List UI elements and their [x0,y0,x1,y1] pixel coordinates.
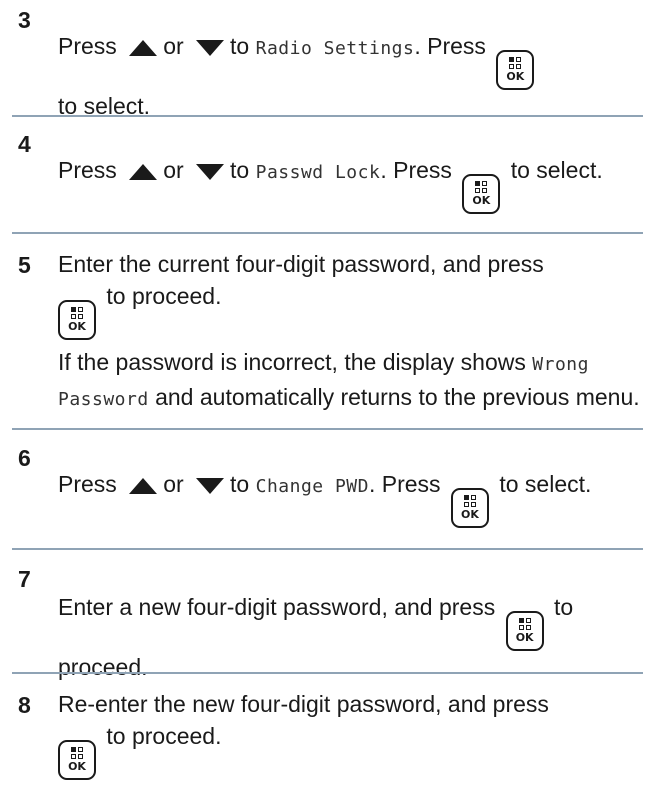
ok-button-icon: OK [58,739,96,780]
step-text: Press or to Passwd Lock. Press OK to sel… [58,154,641,214]
menu-item-code: Change PWD [255,476,369,497]
step-number: 8 [18,692,31,718]
ok-button-icon: OK [462,173,501,214]
step-number: 5 [18,252,31,278]
step-8: 8 Re-enter the new four-digit password, … [0,688,655,808]
ok-button-icon: OK [496,49,535,90]
divider [12,672,643,674]
divider [12,232,643,234]
down-arrow-icon [196,39,225,56]
step-number: 7 [18,566,31,592]
menu-item-code: Passwd Lock [255,162,381,183]
step-4: 4 Press or to Passwd Lock. Press OK to s… [0,130,655,220]
ok-button-icon: OK [505,610,544,651]
divider [12,548,643,550]
ok-button-icon: OK [58,299,96,340]
menu-item-code: Radio Settings [255,38,415,59]
down-arrow-icon [196,163,225,180]
step-number: 4 [18,131,31,157]
step-number: 6 [18,445,31,471]
step-number: 3 [18,7,31,33]
step-6: 6 Press or to Change PWD. Press OK to se… [0,444,655,534]
up-arrow-icon [129,477,158,494]
step-text: Re-enter the new four-digit password, an… [58,688,641,780]
step-3: 3 Press or to Radio Settings. Press OK t… [0,6,655,119]
step-text: Enter a new four-digit password, and pre… [58,594,574,680]
step-5: 5 Enter the current four-digit password,… [0,248,655,418]
up-arrow-icon [129,163,158,180]
divider [12,115,643,117]
step-note: If the password is incorrect, the displa… [58,348,640,410]
step-text: Press or to Change PWD. Press OK to sele… [58,468,641,528]
up-arrow-icon [129,39,158,56]
divider [12,428,643,430]
step-text: Enter the current four-digit password, a… [58,248,641,416]
down-arrow-icon [196,477,225,494]
ok-button-icon: OK [450,487,489,528]
step-7: 7 Enter a new four-digit password, and p… [0,565,655,680]
step-text: Press or to Radio Settings. Press OK to … [58,30,641,122]
